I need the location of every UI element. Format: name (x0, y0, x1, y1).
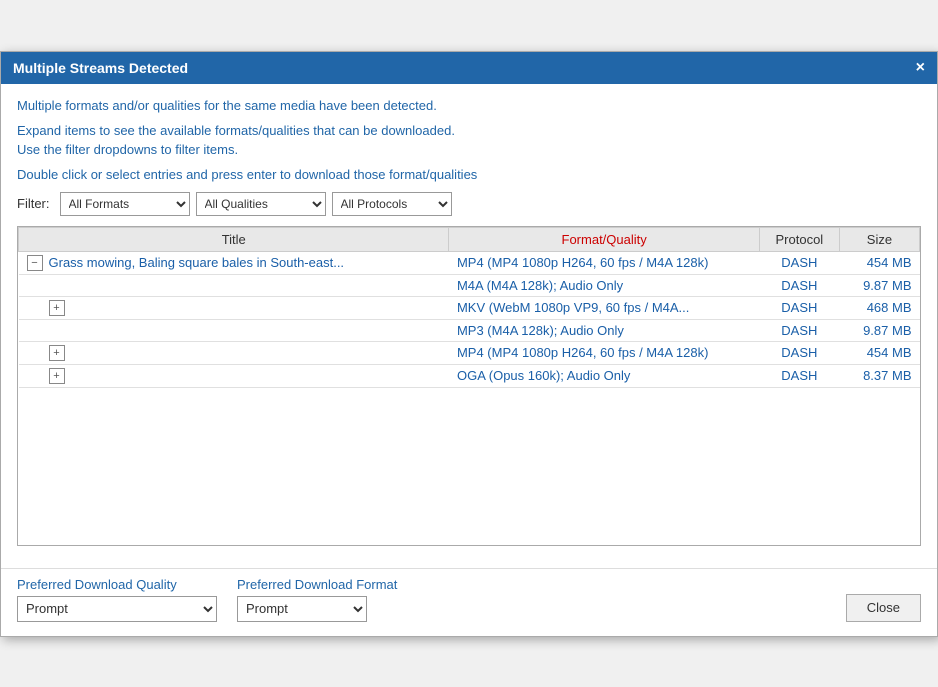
info-line3: Use the filter dropdowns to filter items… (17, 142, 921, 157)
table-row[interactable]: M4A (M4A 128k); Audio OnlyDASH9.87 MB (19, 274, 920, 296)
col-header-title: Title (19, 227, 449, 251)
cell-title: + (19, 341, 449, 364)
dialog-body: Multiple formats and/or qualities for th… (1, 84, 937, 568)
quality-select[interactable]: Prompt Best 1080p 720p 480p (18, 597, 216, 621)
col-header-size: Size (839, 227, 919, 251)
dialog-title: Multiple Streams Detected (13, 60, 188, 76)
cell-size: 454 MB (839, 341, 919, 364)
cell-size: 468 MB (839, 296, 919, 319)
table-row[interactable]: MP3 (M4A 128k); Audio OnlyDASH9.87 MB (19, 319, 920, 341)
cell-format: MP4 (MP4 1080p H264, 60 fps / M4A 128k) (449, 251, 759, 274)
title-bar: Multiple Streams Detected × (1, 52, 937, 84)
close-button[interactable]: Close (846, 594, 921, 622)
cell-format: MKV (WebM 1080p VP9, 60 fps / M4A... (449, 296, 759, 319)
bottom-section: Preferred Download Quality Prompt Best 1… (1, 568, 937, 636)
title-bar-close-button[interactable]: × (916, 60, 925, 76)
filter-protocols-select[interactable]: All Protocols DASH HLS HTTP (332, 192, 452, 216)
expand-icon[interactable]: + (49, 345, 65, 361)
cell-size: 9.87 MB (839, 319, 919, 341)
table-row[interactable]: + MKV (WebM 1080p VP9, 60 fps / M4A...DAS… (19, 296, 920, 319)
cell-title (19, 274, 449, 296)
format-select-container: Prompt MP4 MKV M4A (237, 596, 367, 622)
table-row[interactable]: + MP4 (MP4 1080p H264, 60 fps / M4A 128k)… (19, 341, 920, 364)
cell-size: 9.87 MB (839, 274, 919, 296)
cell-protocol: DASH (759, 296, 839, 319)
filter-row: Filter: All Formats MP4 MKV M4A MP3 OGA … (17, 192, 921, 216)
streams-table: Title Format/Quality Protocol Size −Gras… (18, 227, 920, 388)
cell-protocol: DASH (759, 274, 839, 296)
filter-qualities-select[interactable]: All Qualities 1080p 720p 480p 360p (196, 192, 326, 216)
title-text: Grass mowing, Baling square bales in Sou… (49, 255, 345, 270)
cell-protocol: DASH (759, 341, 839, 364)
cell-format: MP3 (M4A 128k); Audio Only (449, 319, 759, 341)
col-header-protocol: Protocol (759, 227, 839, 251)
filter-label: Filter: (17, 196, 50, 211)
cell-title: + (19, 296, 449, 319)
cell-title: + (19, 364, 449, 387)
info-section-2: Expand items to see the available format… (17, 123, 921, 157)
streams-table-container: Title Format/Quality Protocol Size −Gras… (17, 226, 921, 546)
format-group: Preferred Download Format Prompt MP4 MKV… (237, 577, 397, 622)
cell-size: 8.37 MB (839, 364, 919, 387)
info-section: Multiple formats and/or qualities for th… (17, 98, 921, 113)
expand-icon[interactable]: + (49, 368, 65, 384)
info-line1: Multiple formats and/or qualities for th… (17, 98, 921, 113)
quality-group: Preferred Download Quality Prompt Best 1… (17, 577, 217, 622)
table-row[interactable]: + OGA (Opus 160k); Audio OnlyDASH8.37 MB (19, 364, 920, 387)
quality-select-container: Prompt Best 1080p 720p 480p (17, 596, 217, 622)
cell-format: M4A (M4A 128k); Audio Only (449, 274, 759, 296)
table-row[interactable]: −Grass mowing, Baling square bales in So… (19, 251, 920, 274)
cell-protocol: DASH (759, 319, 839, 341)
format-select[interactable]: Prompt MP4 MKV M4A (238, 597, 366, 621)
cell-format: OGA (Opus 160k); Audio Only (449, 364, 759, 387)
format-label: Preferred Download Format (237, 577, 397, 592)
cell-protocol: DASH (759, 364, 839, 387)
expand-icon[interactable]: + (49, 300, 65, 316)
col-header-format: Format/Quality (449, 227, 759, 251)
cell-size: 454 MB (839, 251, 919, 274)
cell-title: −Grass mowing, Baling square bales in So… (19, 251, 449, 274)
quality-label: Preferred Download Quality (17, 577, 217, 592)
double-click-instruction: Double click or select entries and press… (17, 167, 921, 182)
table-header-row: Title Format/Quality Protocol Size (19, 227, 920, 251)
bottom-left: Preferred Download Quality Prompt Best 1… (17, 577, 397, 622)
info-line2: Expand items to see the available format… (17, 123, 921, 138)
dialog-window: Multiple Streams Detected × Multiple for… (0, 51, 938, 637)
collapse-icon[interactable]: − (27, 255, 43, 271)
cell-format: MP4 (MP4 1080p H264, 60 fps / M4A 128k) (449, 341, 759, 364)
filter-formats-select[interactable]: All Formats MP4 MKV M4A MP3 OGA (60, 192, 190, 216)
cell-title (19, 319, 449, 341)
cell-protocol: DASH (759, 251, 839, 274)
